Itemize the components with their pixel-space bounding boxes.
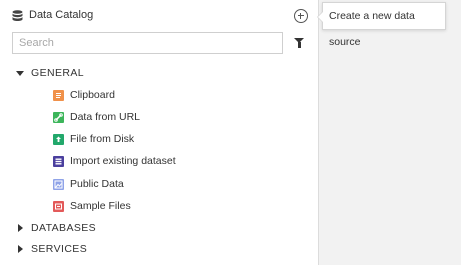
tooltip-arrow (317, 11, 323, 23)
dataset-icon (53, 156, 64, 167)
caret-down-icon[interactable] (16, 71, 24, 76)
link-icon (53, 112, 64, 123)
filter-icon[interactable] (294, 38, 304, 48)
item-label: Data from URL (70, 111, 141, 123)
clipboard-icon (53, 90, 64, 101)
caret-right-icon[interactable] (18, 224, 23, 232)
data-catalog-panel: Data Catalog GENERAL Clipboard Data from… (0, 0, 319, 265)
list-item-clipboard[interactable]: Clipboard (0, 87, 319, 105)
group-databases-label: DATABASES (31, 222, 97, 234)
search-input[interactable] (12, 32, 283, 54)
list-item-import-existing-dataset[interactable]: Import existing dataset (0, 153, 319, 171)
group-general[interactable]: GENERAL (0, 65, 319, 83)
sample-files-icon (53, 201, 64, 212)
list-item-public-data[interactable]: Public Data (0, 176, 319, 194)
item-label: Import existing dataset (70, 155, 176, 167)
group-services-label: SERVICES (31, 243, 88, 255)
group-databases[interactable]: DATABASES (0, 220, 319, 238)
list-item-sample-files[interactable]: Sample Files (0, 198, 319, 216)
catalog-header: Data Catalog (0, 0, 319, 32)
public-data-icon (53, 179, 64, 190)
catalog-title: Data Catalog (29, 9, 94, 21)
caret-right-icon[interactable] (18, 245, 23, 253)
tooltip-text: Create a new data source (329, 10, 415, 48)
file-upload-icon (53, 134, 64, 145)
item-label: Public Data (70, 178, 124, 190)
item-label: Clipboard (70, 89, 115, 101)
add-data-source-button[interactable] (294, 9, 308, 23)
list-item-file-from-disk[interactable]: File from Disk (0, 131, 319, 149)
group-general-label: GENERAL (31, 67, 84, 79)
database-icon (12, 10, 23, 21)
item-label: File from Disk (70, 133, 135, 145)
group-services[interactable]: SERVICES (0, 241, 319, 259)
tooltip: Create a new data source (317, 2, 446, 48)
list-item-data-from-url[interactable]: Data from URL (0, 109, 319, 127)
item-label: Sample Files (70, 200, 131, 212)
